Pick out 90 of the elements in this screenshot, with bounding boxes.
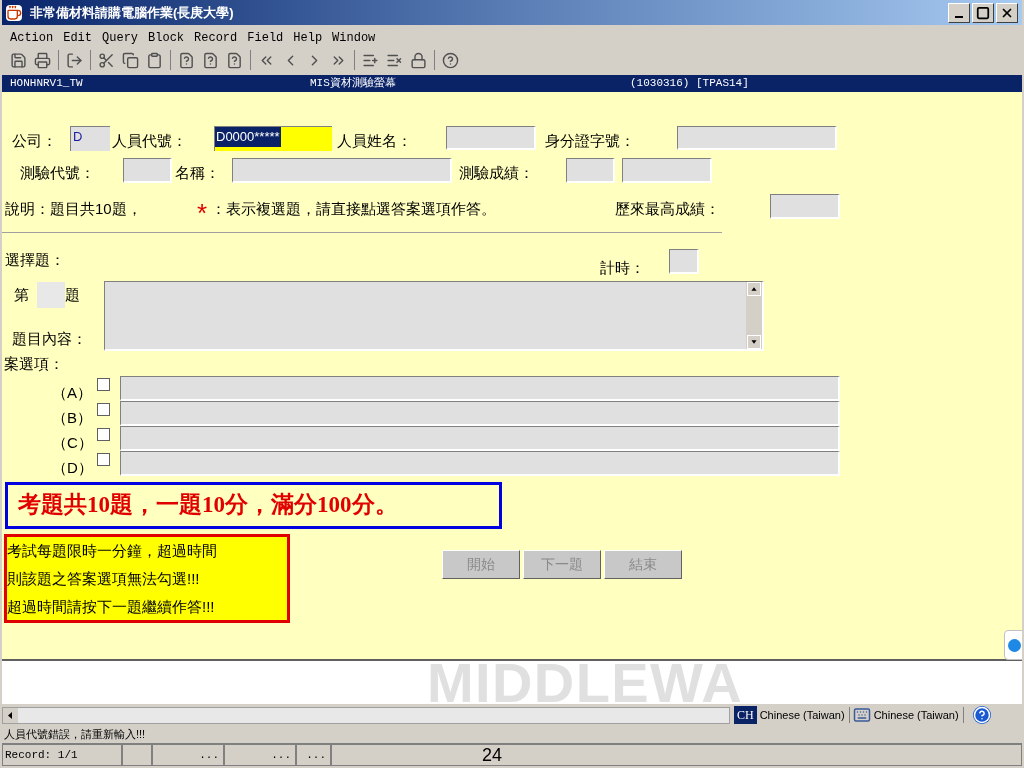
java-icon	[6, 4, 22, 21]
input-field[interactable]	[770, 194, 841, 219]
field-label: 名稱：	[175, 162, 221, 183]
close-button[interactable]	[996, 2, 1018, 23]
answer-field[interactable]	[120, 400, 840, 426]
copy-icon[interactable]	[122, 51, 139, 69]
minimize-icon	[955, 15, 963, 18]
field-label: 說明：題目共10題，	[5, 198, 143, 219]
menu-item[interactable]: Block	[148, 29, 185, 47]
input-field[interactable]	[37, 282, 65, 308]
field-label: 測驗成績：	[459, 162, 535, 183]
warning-line: 則該題之答案選項無法勾選!!!	[7, 568, 201, 589]
form-name: HONHNRV1_TW	[10, 76, 84, 92]
answer-field[interactable]	[120, 425, 840, 451]
checkbox[interactable]	[97, 452, 110, 466]
checkbox[interactable]	[97, 402, 110, 416]
menu-item[interactable]: Action	[10, 29, 54, 47]
status-message: 人員代號錯誤，請重新輸入!!!	[4, 727, 146, 743]
field-label: 題	[65, 284, 80, 305]
warning-line: 超過時間請按下一題繼續作答!!!	[7, 596, 216, 617]
menu-item[interactable]: Edit	[63, 29, 93, 47]
field-label: 人員姓名：	[337, 130, 413, 151]
window-title: 非常備材料請購電腦作業(長庚大學)	[30, 3, 234, 22]
status-cell: ...	[296, 744, 331, 766]
field-label: 人員代號：	[112, 130, 188, 151]
input-field[interactable]	[566, 158, 615, 183]
input-field[interactable]	[123, 158, 172, 183]
menu-item[interactable]: Window	[332, 29, 376, 47]
status-cell: ...	[152, 744, 224, 766]
input-field[interactable]	[622, 158, 712, 183]
option-letter: （D）	[51, 457, 94, 478]
asterisk: *	[197, 200, 208, 226]
option-letter: （B）	[51, 407, 93, 428]
checkbox[interactable]	[97, 377, 110, 391]
cut-icon[interactable]	[98, 51, 115, 69]
menu-item[interactable]: Query	[102, 29, 139, 47]
input-field[interactable]	[677, 126, 837, 150]
input-language[interactable]: Chinese (Taiwan)	[759, 706, 850, 724]
exit-icon[interactable]	[66, 51, 83, 69]
query-icon[interactable]	[226, 51, 243, 69]
input-field[interactable]: D	[70, 126, 110, 151]
input-field[interactable]: D0000*****	[214, 126, 332, 151]
page-number: 24	[482, 743, 503, 767]
answer-field[interactable]	[120, 450, 840, 476]
field-label: ：表示複選題，請直接點選答案選項作答。	[211, 198, 498, 219]
input-field[interactable]	[232, 158, 452, 183]
field-label: 測驗代號：	[20, 162, 96, 183]
help-icon[interactable]	[442, 51, 459, 69]
field-label: 案選項：	[4, 354, 65, 374]
remote-tab-icon[interactable]	[1004, 630, 1022, 660]
warning-line: 考試每題限時一分鐘，超過時間	[7, 540, 218, 561]
save-icon[interactable]	[10, 51, 27, 69]
scroll-left-icon[interactable]	[3, 707, 18, 723]
form-caption: MIS資材測驗螢幕	[310, 76, 397, 92]
menu-item[interactable]: Help	[293, 29, 323, 47]
maximize-icon	[976, 5, 990, 20]
checkbox[interactable]	[97, 427, 110, 441]
form-version: (1030316) [TPAS14]	[630, 76, 749, 92]
field-label: 公司：	[12, 130, 58, 151]
query-icon[interactable]	[178, 51, 195, 69]
keyboard-icon	[852, 706, 871, 724]
keyboard-layout[interactable]: Chinese (Taiwan)	[873, 706, 964, 724]
field-label: 歷來最高成績：	[615, 198, 722, 219]
paste-icon[interactable]	[146, 51, 163, 69]
scrollbar[interactable]	[746, 282, 762, 349]
status-cell: ...	[224, 744, 296, 766]
answer-field[interactable]	[120, 375, 840, 401]
lock-icon[interactable]	[410, 51, 427, 69]
option-letter: （A）	[51, 382, 93, 403]
language-badge[interactable]: CH	[734, 706, 757, 724]
record-indicator: Record: 1/1	[2, 744, 122, 766]
field-label: 選擇題：	[5, 250, 66, 270]
selected-text: D0000*****	[215, 127, 281, 147]
field-label: 計時：	[600, 258, 646, 278]
option-letter: （C）	[51, 432, 94, 453]
scroll-down-icon[interactable]	[747, 335, 761, 349]
score-callout: 考題共10題，一題10分，滿分100分。	[5, 482, 502, 529]
horizontal-scrollbar[interactable]	[2, 706, 730, 724]
field-label: 身分證字號：	[545, 130, 636, 151]
print-icon[interactable]	[34, 51, 51, 69]
input-field[interactable]	[669, 249, 699, 274]
menu-item[interactable]: Record	[194, 29, 238, 47]
field-label: 題目內容：	[12, 329, 88, 349]
query-icon[interactable]	[202, 51, 219, 69]
maximize-button[interactable]	[972, 2, 994, 23]
minimize-button[interactable]	[948, 2, 970, 23]
menu-item[interactable]: Field	[247, 29, 284, 47]
input-field[interactable]	[446, 126, 536, 150]
field-label: 第	[14, 284, 30, 305]
scroll-up-icon[interactable]	[747, 282, 761, 296]
